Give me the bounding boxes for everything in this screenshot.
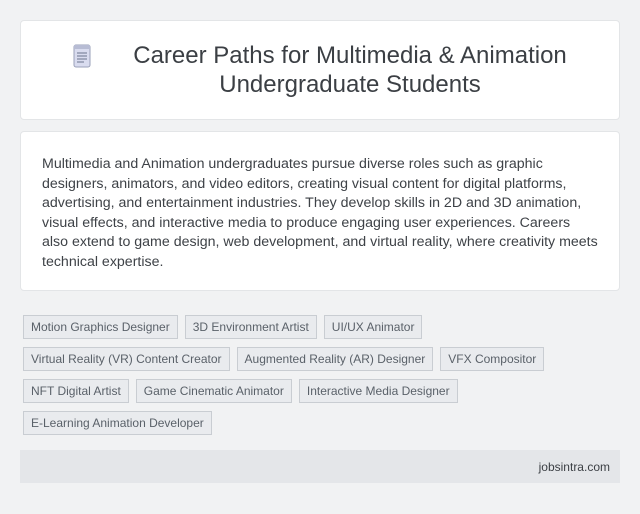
footer-site-link[interactable]: jobsintra.com bbox=[539, 460, 610, 474]
tag-vr-content-creator[interactable]: Virtual Reality (VR) Content Creator bbox=[23, 347, 230, 371]
career-tags: Motion Graphics Designer 3D Environment … bbox=[23, 315, 623, 443]
page: Career Paths for Multimedia & Animation … bbox=[0, 0, 640, 514]
tag-row: Motion Graphics Designer 3D Environment … bbox=[23, 315, 623, 339]
tag-row: E-Learning Animation Developer bbox=[23, 411, 623, 435]
tag-e-learning-animation-developer[interactable]: E-Learning Animation Developer bbox=[23, 411, 212, 435]
description-card: Multimedia and Animation undergraduates … bbox=[20, 131, 620, 291]
tag-nft-digital-artist[interactable]: NFT Digital Artist bbox=[23, 379, 129, 403]
tag-ar-designer[interactable]: Augmented Reality (AR) Designer bbox=[236, 347, 434, 371]
tag-row: NFT Digital Artist Game Cinematic Animat… bbox=[23, 379, 623, 403]
tag-3d-environment-artist[interactable]: 3D Environment Artist bbox=[184, 315, 317, 339]
title-card: Career Paths for Multimedia & Animation … bbox=[20, 20, 620, 120]
tag-ui-ux-animator[interactable]: UI/UX Animator bbox=[323, 315, 423, 339]
tag-row: Virtual Reality (VR) Content Creator Aug… bbox=[23, 347, 623, 371]
page-title: Career Paths for Multimedia & Animation … bbox=[133, 42, 567, 98]
title-wrap: Career Paths for Multimedia & Animation … bbox=[65, 41, 575, 99]
tag-vfx-compositor[interactable]: VFX Compositor bbox=[440, 347, 545, 371]
tag-game-cinematic-animator[interactable]: Game Cinematic Animator bbox=[135, 379, 292, 403]
tag-motion-graphics-designer[interactable]: Motion Graphics Designer bbox=[23, 315, 178, 339]
description-text: Multimedia and Animation undergraduates … bbox=[42, 156, 598, 270]
footer: jobsintra.com bbox=[20, 450, 620, 483]
tag-interactive-media-designer[interactable]: Interactive Media Designer bbox=[298, 379, 458, 403]
document-icon bbox=[65, 39, 99, 73]
